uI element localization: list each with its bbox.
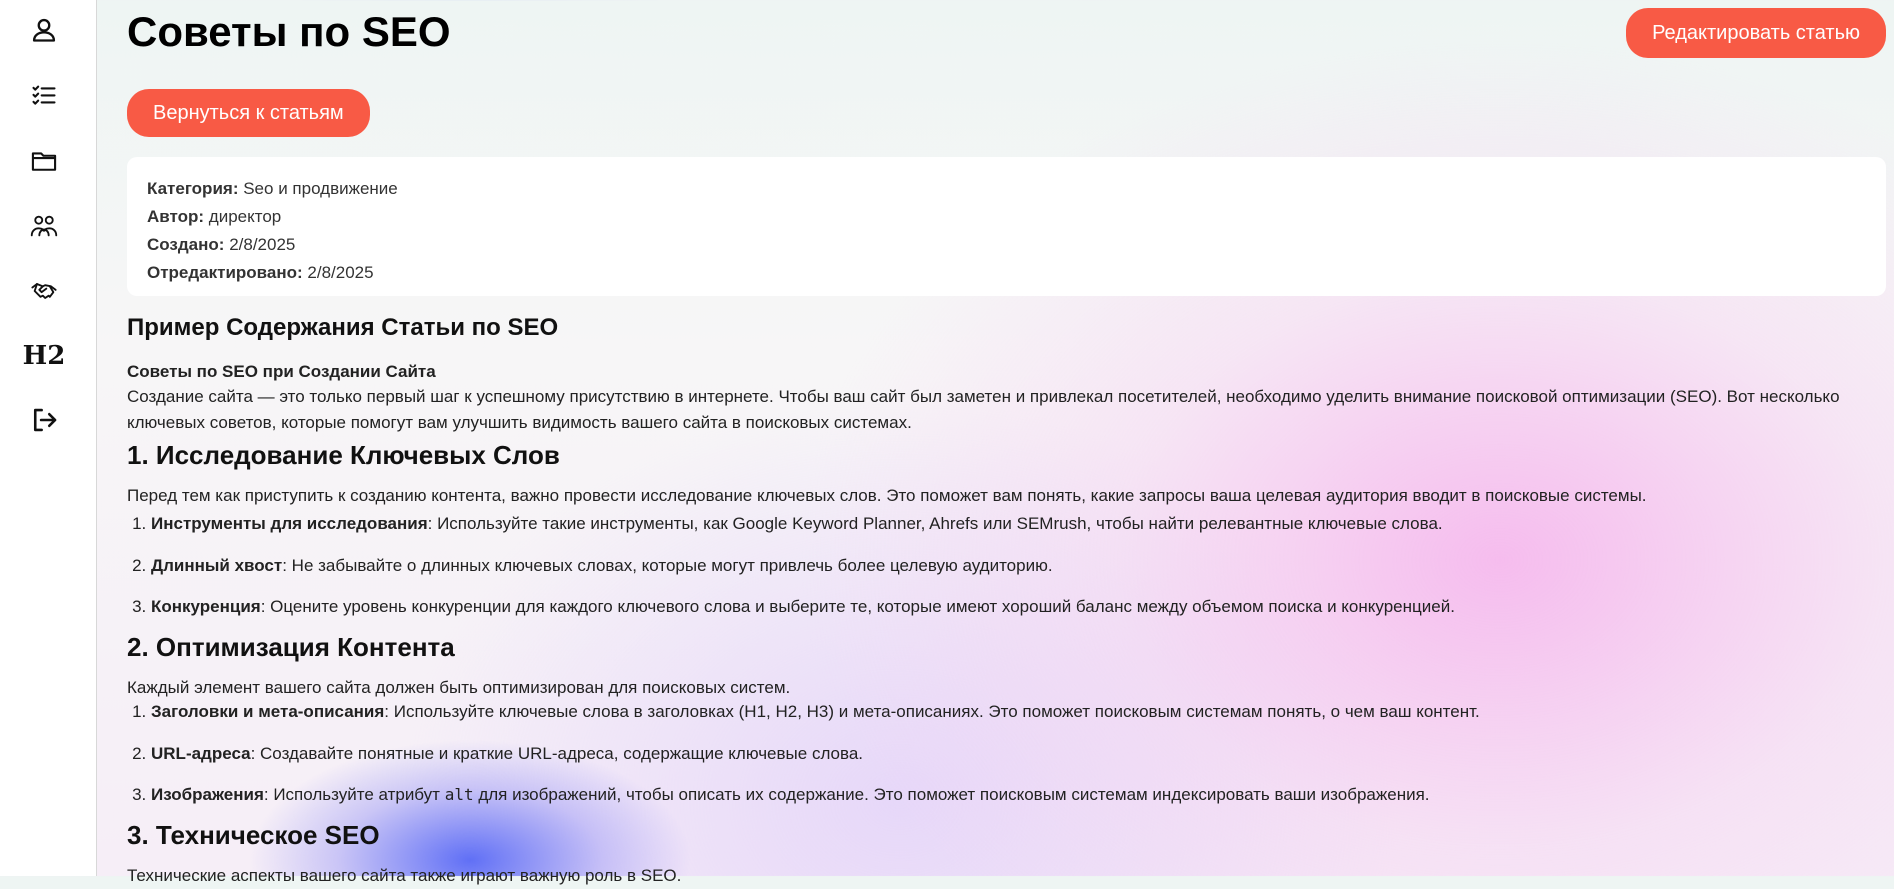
meta-category: Категория: Seo и продвижение (147, 175, 1866, 203)
list-item: Изображения: Используйте атрибут alt для… (151, 782, 1886, 808)
users-icon[interactable] (28, 210, 60, 242)
logout-icon[interactable] (28, 404, 60, 436)
list-item: Заголовки и мета-описания: Используйте к… (151, 699, 1886, 725)
list-item: Конкуренция: Оцените уровень конкуренции… (151, 594, 1886, 620)
list-item-text: : Используйте атрибут (263, 785, 445, 804)
list-item-text: для изображений, чтобы описать их содерж… (473, 785, 1430, 804)
section-title: 2. Оптимизация Контента (127, 632, 455, 662)
meta-category-label: Категория: (147, 179, 239, 198)
folder-icon[interactable] (28, 145, 60, 177)
edit-article-button[interactable]: Редактировать статью (1626, 8, 1886, 58)
section-list: Инструменты для исследования: Используйт… (127, 511, 1886, 620)
list-item-term: Изображения (151, 785, 264, 804)
user-icon[interactable] (28, 14, 60, 46)
heading-icon[interactable]: H2 (23, 340, 66, 372)
article-intro: Создание сайта — это только первый шаг к… (127, 387, 1840, 432)
meta-author-value: директор (208, 207, 282, 226)
section-text: Технические аспекты вашего сайта также и… (127, 866, 682, 885)
back-to-articles-button[interactable]: Вернуться к статьям (127, 89, 370, 137)
list-item-text: : Создавайте понятные и краткие URL-адре… (250, 743, 864, 763)
section-title: 3. Техническое SEO (127, 820, 380, 850)
article-subheading: Советы по SEO при Создании Сайта (127, 362, 436, 381)
article-meta-card: Категория: Seo и продвижение Автор: дире… (127, 157, 1886, 296)
meta-category-value: Seo и продвижение (243, 179, 398, 198)
list-item-term: Длинный хвост (151, 555, 283, 575)
checklist-icon[interactable] (28, 80, 60, 112)
meta-created: Создано: 2/8/2025 (147, 231, 1866, 259)
meta-edited-value: 2/8/2025 (307, 263, 374, 282)
meta-author-label: Автор: (147, 207, 205, 226)
inline-code: alt (444, 785, 474, 804)
meta-created-value: 2/8/2025 (229, 235, 296, 254)
list-item-term: Инструменты для исследования (151, 514, 428, 533)
list-item-term: URL-адреса (151, 743, 251, 763)
article-body: Пример Содержания Статьи по SEO Советы п… (127, 314, 1886, 889)
handshake-icon[interactable] (28, 275, 60, 307)
list-item: URL-адреса: Создавайте понятные и кратки… (151, 741, 1886, 767)
sidebar: H2 (0, 0, 97, 876)
meta-edited-label: Отредактировано: (147, 263, 303, 282)
meta-edited: Отредактировано: 2/8/2025 (147, 259, 1866, 287)
list-item-text: : Оцените уровень конкуренции для каждог… (260, 597, 1455, 616)
section-list: Заголовки и мета-описания: Используйте к… (127, 699, 1886, 808)
list-item-term: Заголовки и мета-описания (151, 702, 385, 721)
list-item-text: : Используйте такие инструменты, как Goo… (427, 514, 1443, 533)
heading-glyph: H2 (22, 341, 66, 371)
meta-author: Автор: директор (147, 203, 1866, 231)
section-text: Каждый элемент вашего сайта должен быть … (127, 678, 791, 697)
page-title: Советы по SEO (127, 8, 451, 55)
list-item: Длинный хвост: Не забывайте о длинных кл… (151, 553, 1886, 579)
meta-created-label: Создано: (147, 235, 225, 254)
section-title: 1. Исследование Ключевых Слов (127, 440, 560, 470)
list-item-text: : Не забывайте о длинных ключевых словах… (282, 555, 1053, 575)
section-text: Перед тем как приступить к созданию конт… (127, 486, 1647, 505)
list-item: Инструменты для исследования: Используйт… (151, 511, 1886, 537)
list-item-text: : Используйте ключевые слова в заголовка… (384, 702, 1480, 721)
list-item-term: Конкуренция (151, 597, 261, 616)
article-heading: Пример Содержания Статьи по SEO (127, 314, 559, 341)
